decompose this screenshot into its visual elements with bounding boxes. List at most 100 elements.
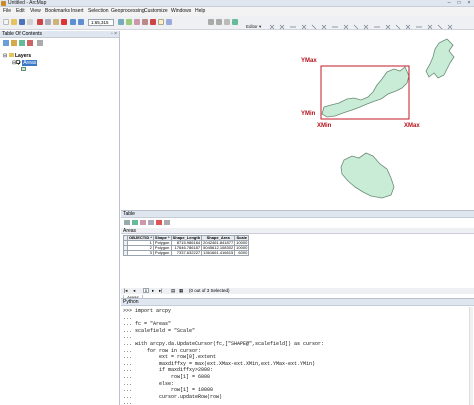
code-line: ... fc = "Areas" [123,321,172,328]
catalog-icon[interactable] [134,19,140,25]
clear-selection-icon[interactable] [156,220,162,225]
code-line: ... row[1] = 6000 [123,373,211,380]
code-line: ... cursor.updateRow(row) [123,393,223,400]
table-cell[interactable]: 7337.632227 [170,250,203,256]
map-canvas[interactable] [121,31,474,209]
minimize-button[interactable]: – [444,0,454,6]
undo-icon[interactable] [70,19,76,25]
table-header: Table [121,211,474,218]
attribute-table-panel: Table Areas OBJECTID * Shape * Shape_Len… [121,210,474,301]
table-cell[interactable]: 1361661.416615 [201,250,236,256]
code-line: ... else: [123,380,175,387]
layers-folder-icon [8,52,14,57]
code-line: ... [123,334,133,341]
print-icon[interactable] [27,19,33,25]
show-all-records-icon[interactable]: ▤ [171,288,175,294]
zoom-in-icon[interactable] [208,19,214,25]
table-cell[interactable]: 3 [127,250,154,256]
switch-selection-icon[interactable] [148,220,154,225]
code-line: ... if maxdiffxy>2000: [123,367,214,374]
table-cell[interactable]: Polygon [152,250,172,256]
table-cell[interactable]: 6000 [234,250,250,256]
table-row[interactable]: 3 Polygon 7337.632227 1361661.416615 600… [123,250,250,256]
menu-file[interactable]: File [3,8,11,15]
python-window-icon[interactable] [158,19,164,25]
show-selected-records-icon[interactable]: ▦ [179,288,183,294]
xmin-label: XMin [317,123,332,129]
layer-tree: ⊟ Layers ⊟ Areas [3,52,38,74]
code-line: >>> import arcpy [123,308,172,314]
layer-name[interactable]: Areas [22,60,38,66]
close-button[interactable]: × [464,0,474,6]
xmax-label: XMax [404,123,420,129]
search-icon[interactable] [142,19,148,25]
code-line: ... with arcpy.da.UpdateCursor(fc,["SHAP… [123,340,325,347]
first-record-icon[interactable]: |◂ [124,288,127,294]
arctoolbox-icon[interactable] [150,19,156,25]
list-by-source-icon[interactable] [11,40,17,46]
list-by-selection-icon[interactable] [27,40,33,46]
menu-customize[interactable]: Customize [144,8,168,15]
python-scrollbar[interactable] [469,307,473,405]
previous-record-icon[interactable]: ◂ [133,288,135,294]
menu-help[interactable]: Help [195,8,205,15]
model-builder-icon[interactable] [166,19,172,25]
polygon-symbol-icon[interactable] [21,66,26,71]
table-options-icon[interactable] [124,220,130,225]
next-record-icon[interactable]: ▸ [152,288,154,294]
menu-selection[interactable]: Selection [88,8,109,15]
list-by-visibility-icon[interactable] [19,40,25,46]
last-record-icon[interactable]: ▸| [159,288,162,294]
record-number-input[interactable]: 0 [143,288,149,293]
python-code-area[interactable]: >>> import arcpy ... ... fc = "Areas" ..… [123,308,472,405]
polygon-feature-1[interactable] [425,38,455,79]
cut-icon[interactable] [37,19,43,25]
save-icon[interactable] [19,19,25,25]
toc-toolbar [0,39,119,48]
editor-toolbar-icon[interactable] [118,19,124,25]
menu-geoprocessing[interactable]: Geoprocessing [111,8,145,15]
full-extent-icon[interactable] [232,19,238,25]
related-tables-icon[interactable] [132,220,138,225]
menu-insert[interactable]: Insert [71,8,84,15]
delete-selected-icon[interactable] [164,220,170,225]
attribute-table: OBJECTID * Shape * Shape_Length Shape_Ar… [123,235,250,256]
window-title: Untitled - ArcMap [8,0,47,6]
redo-icon[interactable] [78,19,84,25]
copy-icon[interactable] [45,19,51,25]
open-icon[interactable] [11,19,17,25]
options-icon[interactable] [37,40,43,46]
layer-visibility-checkbox[interactable] [16,59,22,65]
map-scale-input[interactable]: 1:65,315 [88,19,114,26]
python-window: Python >>> import arcpy ... ... fc = "Ar… [121,298,474,405]
delete-icon[interactable] [61,19,67,25]
table-tab-caption: Areas [121,228,474,234]
paste-icon[interactable] [53,19,59,25]
menu-edit[interactable]: Edit [16,8,25,15]
toc-title: Table Of Contents [2,31,43,37]
code-line: ... ext = row[0].extent [123,354,217,361]
editor-dropdown[interactable]: Editor ▾ [246,24,261,29]
code-line: ... row[1] = 10000 [123,387,214,394]
table-of-contents-panel: Table Of Contents ▫ × ⊟ Layers ⊟ Areas [0,31,120,405]
table-title: Table [123,211,135,217]
menu-view[interactable]: View [30,8,41,15]
polygon-feature-3[interactable] [340,152,395,199]
pan-icon[interactable] [224,19,230,25]
toc-icon[interactable] [126,19,132,25]
arcmap-app-icon [1,1,6,6]
map-view[interactable]: YMax YMin XMin XMax [121,31,474,209]
toc-close-button[interactable]: ▫ × [111,31,117,38]
selection-status: (0 out of 3 Selected) [189,288,230,293]
zoom-out-icon[interactable] [216,19,222,25]
table-navigation-bar: |◂ ◂ 0 ▸ ▸| ▤ ▦ (0 out of 3 Selected) [121,288,474,294]
polygon-feature-2[interactable] [321,66,410,118]
list-by-drawing-order-icon[interactable] [3,40,9,46]
menu-bookmarks[interactable]: Bookmarks [45,8,70,15]
code-line: ... [123,400,133,405]
ymin-label: YMin [301,111,316,117]
menu-windows[interactable]: Windows [171,8,191,15]
new-icon[interactable] [3,19,9,25]
select-by-attributes-icon[interactable] [140,220,146,225]
maximize-button[interactable]: □ [454,0,464,6]
